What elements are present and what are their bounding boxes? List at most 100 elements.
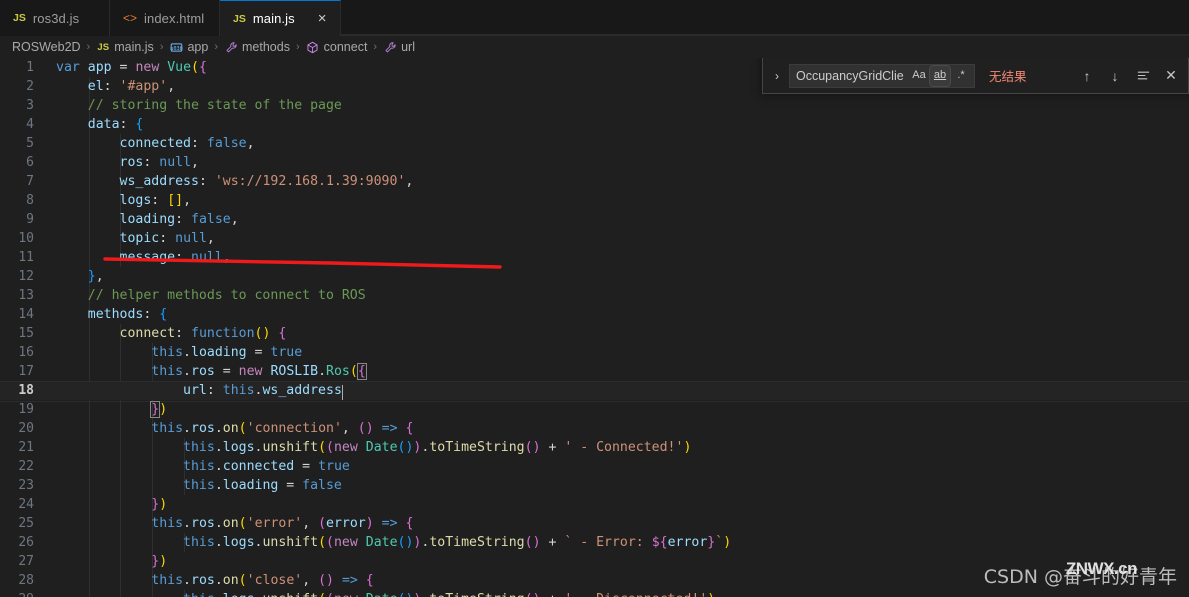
code-line-content[interactable]: this.loading = true	[44, 343, 1189, 362]
code-token: ,	[405, 174, 414, 189]
code-line-content[interactable]: topic: null,	[44, 229, 1189, 248]
find-input-wrapper[interactable]: OccupancyGridClie Aa ab .*	[789, 63, 975, 88]
code-line[interactable]: 18 url: this.ws_address	[0, 381, 1189, 402]
code-token: }	[87, 269, 96, 284]
code-line[interactable]: 13 // helper methods to connect to ROS	[0, 286, 1189, 305]
code-line[interactable]: 7 ws_address: 'ws://192.168.1.39:9090',	[0, 172, 1189, 191]
code-token: app	[87, 60, 112, 75]
breadcrumb-item-app[interactable]: \u03b1 app	[167, 40, 210, 54]
breadcrumb-item-methods[interactable]: methods	[222, 40, 292, 54]
line-number: 8	[26, 193, 34, 208]
code-line[interactable]: 19 })	[0, 400, 1189, 419]
previous-match-icon[interactable]: ↑	[1076, 65, 1098, 87]
code-line[interactable]: 6 ros: null,	[0, 153, 1189, 172]
code-line[interactable]: 8 logs: [],	[0, 191, 1189, 210]
code-token: // helper methods to connect to ROS	[87, 288, 366, 303]
code-line[interactable]: 3 // storing the state of the page	[0, 96, 1189, 115]
code-line-content[interactable]: this.logs.unshift((new Date()).toTimeStr…	[44, 438, 1189, 457]
code-line[interactable]: 21 this.logs.unshift((new Date()).toTime…	[0, 438, 1189, 457]
code-editor[interactable]: 1 var app = new Vue({2 el: '#app', 3 // st…	[0, 58, 1189, 597]
code-line[interactable]: 4 data: {	[0, 115, 1189, 134]
code-line-content[interactable]: url: this.ws_address	[44, 381, 1189, 400]
breadcrumb-item-url[interactable]: url	[381, 40, 417, 54]
code-line-content[interactable]: this.logs.unshift((new Date()).toTimeStr…	[44, 590, 1189, 597]
breadcrumb-item-rosweb2d[interactable]: ROSWeb2D	[10, 40, 83, 54]
find-widget[interactable]: › OccupancyGridClie Aa ab .* 无结果 ↑ ↓ ✕	[762, 58, 1189, 94]
code-line-content[interactable]: methods: {	[44, 305, 1189, 324]
close-icon[interactable]: ×	[302, 11, 327, 26]
editor-tab-bar: JS ros3d.js <> index.html JS main.js ×	[0, 0, 1189, 36]
code-token: :	[103, 79, 120, 94]
code-line[interactable]: 24 })	[0, 495, 1189, 514]
code-line[interactable]: 20 this.ros.on('connection', () => {	[0, 419, 1189, 438]
code-token: ' - Connected!'	[564, 440, 684, 455]
wrench-icon	[383, 40, 397, 54]
code-line[interactable]: 5 connected: false,	[0, 134, 1189, 153]
code-lines-container[interactable]: 1 var app = new Vue({2 el: '#app', 3 // st…	[0, 58, 1189, 597]
use-regex-toggle[interactable]: .*	[951, 66, 971, 86]
code-line-content[interactable]: this.logs.unshift((new Date()).toTimeStr…	[44, 533, 1189, 552]
match-case-toggle[interactable]: Aa	[909, 66, 929, 86]
code-line[interactable]: 14 methods: {	[0, 305, 1189, 324]
toggle-replace-icon[interactable]: ›	[767, 65, 787, 87]
code-line[interactable]: 29 this.logs.unshift((new Date()).toTime…	[0, 590, 1189, 597]
find-in-selection-icon[interactable]	[1132, 65, 1154, 87]
code-line-content[interactable]: logs: [],	[44, 191, 1189, 210]
breadcrumb-item-main-js[interactable]: JS main.js	[94, 40, 156, 54]
code-line[interactable]: 11 message: null,	[0, 248, 1189, 267]
code-token: (	[318, 516, 327, 531]
code-line[interactable]: 17 this.ros = new ROSLIB.Ros({	[0, 362, 1189, 381]
code-line-content[interactable]: message: null,	[44, 248, 1189, 267]
code-line-content[interactable]: },	[44, 267, 1189, 286]
code-line[interactable]: 16 this.loading = true	[0, 343, 1189, 362]
code-line-content[interactable]: loading: false,	[44, 210, 1189, 229]
code-line-content[interactable]: this.loading = false	[44, 476, 1189, 495]
code-line-content[interactable]: // helper methods to connect to ROS	[44, 286, 1189, 305]
code-token: unshift	[262, 440, 319, 455]
code-line-content[interactable]: this.connected = true	[44, 457, 1189, 476]
search-input[interactable]: OccupancyGridClie	[796, 69, 909, 83]
code-token: {	[199, 60, 207, 75]
code-line-content[interactable]: connected: false,	[44, 134, 1189, 153]
code-line-content[interactable]: })	[44, 495, 1189, 514]
code-line-content[interactable]: data: {	[44, 115, 1189, 134]
code-line[interactable]: 25 this.ros.on('error', (error) => {	[0, 514, 1189, 533]
line-number: 29	[0, 590, 44, 597]
code-token: (	[524, 440, 533, 455]
match-whole-word-toggle[interactable]: ab	[929, 64, 951, 87]
code-line[interactable]: 22 this.connected = true	[0, 457, 1189, 476]
breadcrumb-item-connect[interactable]: connect	[304, 40, 370, 54]
code-line-content[interactable]: this.ros = new ROSLIB.Ros({	[44, 362, 1189, 381]
code-line-content[interactable]: ws_address: 'ws://192.168.1.39:9090',	[44, 172, 1189, 191]
line-number: 24	[18, 497, 34, 512]
code-line[interactable]: 15 connect: function() {	[0, 324, 1189, 343]
code-token: :	[151, 193, 168, 208]
code-line[interactable]: 23 this.loading = false	[0, 476, 1189, 495]
code-line-content[interactable]: this.ros.on('connection', () => {	[44, 419, 1189, 438]
code-line-content[interactable]: connect: function() {	[44, 324, 1189, 343]
code-line-content[interactable]: ros: null,	[44, 153, 1189, 172]
line-number: 17	[18, 364, 34, 379]
close-find-icon[interactable]: ✕	[1160, 65, 1182, 87]
code-line-content[interactable]: this.ros.on('error', (error) => {	[44, 514, 1189, 533]
code-line-content[interactable]: })	[44, 400, 1189, 419]
tab-index-html[interactable]: <> index.html	[110, 0, 220, 36]
code-line[interactable]: 12 },	[0, 267, 1189, 286]
code-token: toTimeString	[429, 440, 525, 455]
code-line[interactable]: 26 this.logs.unshift((new Date()).toTime…	[0, 533, 1189, 552]
code-token: ,	[95, 269, 104, 284]
code-token: topic	[119, 231, 160, 246]
code-token: ,	[206, 231, 215, 246]
code-line-content[interactable]: // storing the state of the page	[44, 96, 1189, 115]
code-line[interactable]: 9 loading: false,	[0, 210, 1189, 229]
line-number: 3	[26, 98, 34, 113]
code-token: ,	[302, 516, 319, 531]
next-match-icon[interactable]: ↓	[1104, 65, 1126, 87]
tab-main-js[interactable]: JS main.js ×	[220, 0, 341, 36]
code-token: .	[318, 364, 327, 379]
tab-ros3d-js[interactable]: JS ros3d.js	[0, 0, 110, 36]
code-line[interactable]: 10 topic: null,	[0, 229, 1189, 248]
